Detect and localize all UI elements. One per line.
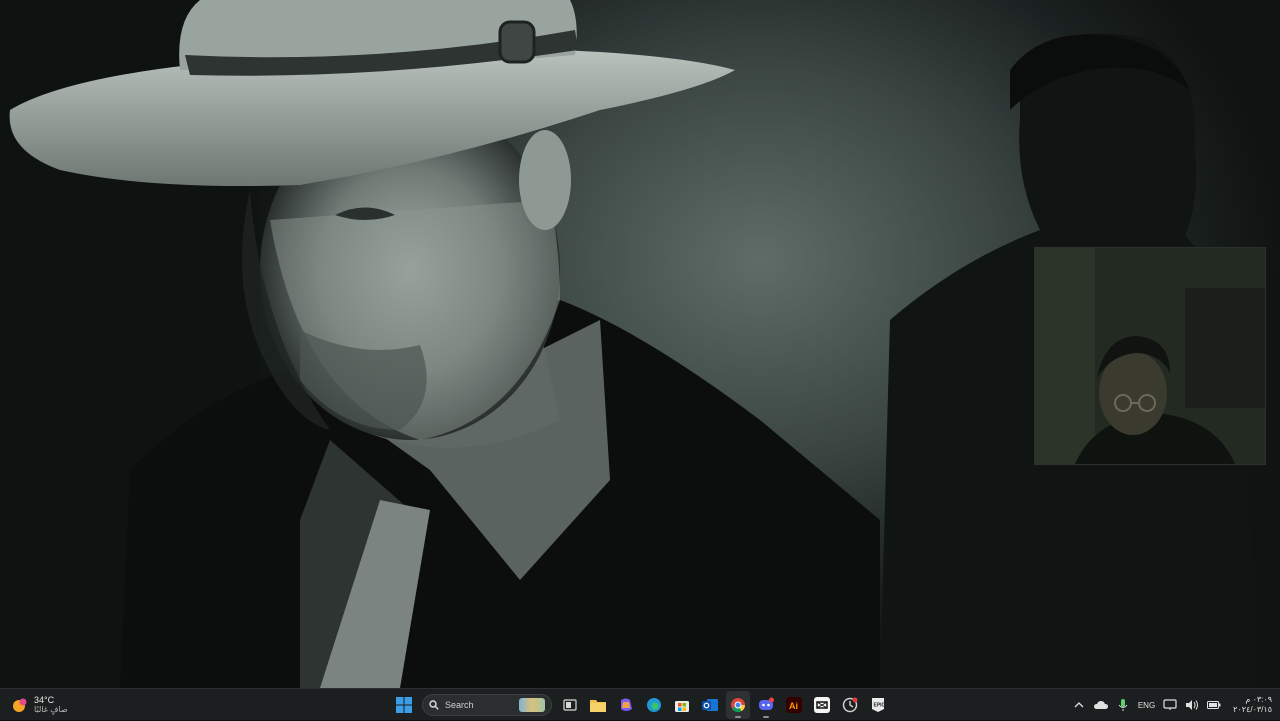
network-button[interactable]: [1163, 698, 1177, 712]
taskbar-search[interactable]: Search: [422, 694, 552, 716]
show-hidden-icons-button[interactable]: [1072, 698, 1086, 712]
microphone-icon: [1118, 699, 1128, 711]
edge-button[interactable]: [642, 691, 666, 719]
capcut-button[interactable]: [810, 691, 834, 719]
activity-app-button[interactable]: [838, 691, 862, 719]
weather-temperature: 34°C: [34, 695, 55, 705]
onedrive-button[interactable]: [1093, 698, 1108, 712]
file-explorer-button[interactable]: [586, 691, 610, 719]
file-explorer-icon: [590, 700, 606, 712]
webcam-overlay: [1035, 248, 1265, 464]
epic-games-icon: EPIC: [872, 698, 886, 712]
store-button[interactable]: [670, 691, 694, 719]
outlook-button[interactable]: [698, 691, 722, 719]
illustrator-icon: Ai: [786, 697, 802, 713]
system-tray: ENG ٠٣:٠٩ م ٢٠٢٤/٠٣/١٥: [1072, 689, 1272, 721]
copilot-button[interactable]: [614, 691, 638, 719]
activity-app-icon: [842, 697, 858, 713]
onedrive-cloud-icon: [1093, 701, 1108, 709]
microphone-button[interactable]: [1116, 698, 1130, 712]
battery-icon: [1207, 701, 1221, 709]
taskbar-center: Search Ai EPIC: [392, 689, 890, 721]
chrome-icon: [731, 698, 746, 713]
discord-icon: [759, 697, 774, 710]
task-view-button[interactable]: [558, 691, 582, 719]
volume-button[interactable]: [1185, 698, 1199, 712]
input-language-indicator[interactable]: ENG: [1138, 701, 1155, 710]
desktop: [0, 0, 1280, 688]
capcut-icon: [814, 697, 830, 713]
svg-text:EPIC: EPIC: [874, 703, 886, 709]
clock-time: ٠٣:٠٩ م: [1245, 695, 1272, 704]
search-highlight-icon: [519, 698, 545, 712]
start-button[interactable]: [392, 691, 416, 719]
task-view-icon: [563, 699, 577, 711]
battery-button[interactable]: [1207, 698, 1221, 712]
edge-browser-icon: [647, 698, 661, 712]
search-label: Search: [445, 700, 474, 710]
taskbar-clock[interactable]: ٠٣:٠٩ م ٢٠٢٤/٠٣/١٥: [1229, 695, 1272, 715]
clock-date: ٢٠٢٤/٠٣/١٥: [1233, 705, 1272, 714]
speaker-icon: [1186, 700, 1199, 710]
discord-button[interactable]: [754, 691, 778, 719]
network-monitor-icon: [1163, 699, 1177, 710]
active-indicator: [763, 716, 769, 718]
weather-sun-icon: [13, 698, 27, 712]
webcam-person-image: [1035, 248, 1265, 464]
taskbar: 34°C صافٍ غالبًا Search Ai EPIC ENG ٠٣:٠…: [0, 688, 1280, 720]
weather-condition: صافٍ غالبًا: [34, 705, 68, 714]
svg-text:Ai: Ai: [789, 701, 798, 711]
chevron-up-icon: [1074, 702, 1084, 708]
illustrator-button[interactable]: Ai: [782, 691, 806, 719]
weather-widget[interactable]: 34°C صافٍ غالبًا: [10, 693, 68, 717]
copilot-icon: [621, 698, 632, 711]
chrome-button[interactable]: [726, 691, 750, 719]
microsoft-store-icon: [675, 701, 689, 712]
active-indicator: [735, 716, 741, 718]
windows-logo-icon: [396, 697, 412, 713]
search-icon: [429, 700, 439, 710]
outlook-icon: [702, 699, 718, 711]
epic-games-button[interactable]: EPIC: [866, 691, 890, 719]
